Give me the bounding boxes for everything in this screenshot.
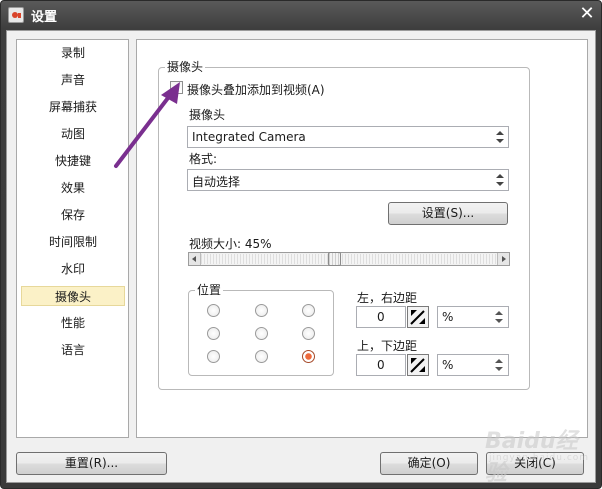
- sidebar-item-camera[interactable]: 摄像头: [21, 286, 125, 306]
- lr-margin-step-toggle[interactable]: [407, 306, 429, 328]
- settings-window: 设置 ✕ 录制 声音 屏幕捕获 动图 快捷键 效果 保存 时间限制 水印 摄像头…: [0, 0, 602, 489]
- camera-settings-button[interactable]: 设置(S)...: [388, 202, 508, 225]
- position-radio-bottom-right[interactable]: [302, 350, 315, 363]
- tb-margin-step-toggle[interactable]: [407, 354, 429, 376]
- tb-margin-value: 0: [377, 358, 385, 372]
- sidebar-item-performance[interactable]: 性能: [21, 313, 125, 333]
- tb-margin-label: 上，下边距: [357, 339, 418, 353]
- sidebar-item-effects[interactable]: 效果: [21, 178, 125, 198]
- sidebar-item-language[interactable]: 语言: [21, 340, 125, 360]
- camera-settings-panel: 摄像头 摄像头叠加添加到视频(A) 摄像头 Integrated Camera …: [136, 39, 588, 438]
- sidebar-item-recording[interactable]: 录制: [21, 43, 125, 63]
- title-bar[interactable]: 设置 ✕: [1, 1, 601, 29]
- tb-unit-select[interactable]: %: [437, 354, 509, 376]
- step-arrows-icon: [410, 310, 425, 325]
- video-size-slider[interactable]: [188, 252, 510, 266]
- slider-thumb[interactable]: [328, 252, 341, 266]
- format-label: 格式:: [189, 152, 218, 166]
- video-size-label: 视频大小: 45%: [189, 237, 272, 251]
- step-arrows-icon: [410, 358, 425, 373]
- settings-sidebar: 录制 声音 屏幕捕获 动图 快捷键 效果 保存 时间限制 水印 摄像头 性能 语…: [16, 39, 129, 438]
- updown-arrows-icon: [494, 310, 504, 324]
- sidebar-item-save[interactable]: 保存: [21, 205, 125, 225]
- lr-margin-input[interactable]: 0: [356, 306, 406, 328]
- overlay-checkbox-label[interactable]: 摄像头叠加添加到视频(A): [187, 81, 325, 98]
- tb-unit-value: %: [442, 358, 454, 372]
- sidebar-item-audio[interactable]: 声音: [21, 70, 125, 90]
- ok-button[interactable]: 确定(O): [380, 452, 478, 475]
- watermark-subtext: jingyan.baidu.com: [489, 453, 590, 463]
- sidebar-item-time-limit[interactable]: 时间限制: [21, 232, 125, 252]
- sidebar-item-hotkeys[interactable]: 快捷键: [21, 151, 125, 171]
- device-select-value: Integrated Camera: [192, 130, 306, 144]
- updown-arrows-icon: [495, 173, 505, 187]
- position-radio-middle-right[interactable]: [302, 327, 315, 340]
- device-select[interactable]: Integrated Camera: [187, 126, 509, 148]
- position-radio-top-center[interactable]: [255, 304, 268, 317]
- position-radio-middle-left[interactable]: [207, 327, 220, 340]
- camera-group-title: 摄像头: [165, 58, 206, 75]
- dialog-body: 录制 声音 屏幕捕获 动图 快捷键 效果 保存 时间限制 水印 摄像头 性能 语…: [6, 30, 596, 483]
- format-select[interactable]: 自动选择: [187, 169, 509, 191]
- close-icon[interactable]: ✕: [577, 4, 597, 24]
- updown-arrows-icon: [495, 130, 505, 144]
- position-radio-bottom-center[interactable]: [255, 350, 268, 363]
- slider-right-arrow-icon[interactable]: [497, 253, 509, 265]
- sidebar-item-gif[interactable]: 动图: [21, 124, 125, 144]
- position-radio-bottom-left[interactable]: [207, 350, 220, 363]
- position-radio-top-left[interactable]: [207, 304, 220, 317]
- overlay-checkbox[interactable]: [170, 81, 183, 94]
- lr-margin-value: 0: [377, 310, 385, 324]
- window-title: 设置: [31, 10, 58, 25]
- reset-button[interactable]: 重置(R)...: [16, 452, 167, 475]
- device-label: 摄像头: [189, 108, 226, 122]
- lr-unit-select[interactable]: %: [437, 306, 509, 328]
- sidebar-item-watermark[interactable]: 水印: [21, 259, 125, 279]
- position-radio-middle-center[interactable]: [255, 327, 268, 340]
- baidu-watermark: Baidu经验 jingyan.baidu.com: [477, 419, 590, 486]
- sidebar-item-screen-capture[interactable]: 屏幕捕获: [21, 97, 125, 117]
- updown-arrows-icon: [494, 358, 504, 372]
- slider-left-arrow-icon[interactable]: [189, 253, 201, 265]
- lr-margin-label: 左，右边距: [357, 291, 418, 305]
- slider-track[interactable]: [201, 254, 497, 264]
- position-group-title: 位置: [195, 281, 224, 298]
- tb-margin-input[interactable]: 0: [356, 354, 406, 376]
- lr-unit-value: %: [442, 310, 454, 324]
- position-radio-top-right[interactable]: [302, 304, 315, 317]
- app-icon: [8, 7, 24, 23]
- format-select-value: 自动选择: [192, 175, 241, 189]
